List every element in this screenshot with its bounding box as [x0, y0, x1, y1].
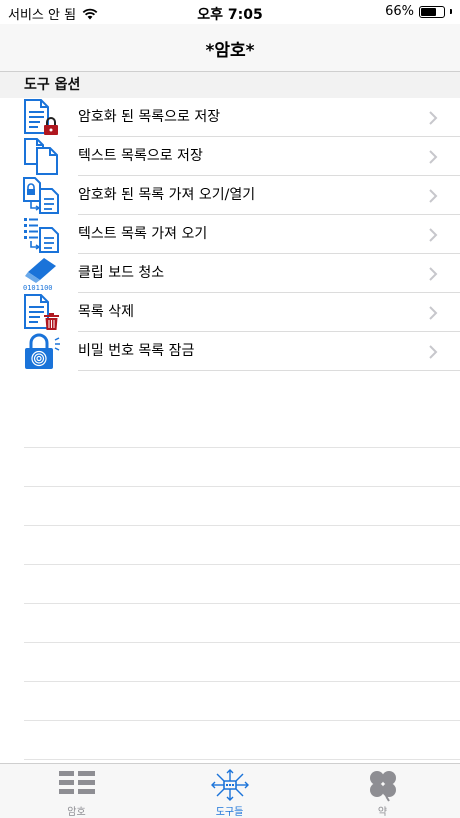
battery-icon: [419, 5, 445, 18]
chevron-right-icon: [429, 189, 438, 203]
doc-trash-icon: [24, 294, 59, 330]
tool-row-save-encrypted[interactable]: 암호화 된 목록으로 저장: [0, 98, 460, 137]
chevron-right-icon: [429, 267, 438, 281]
import-encrypted-doc-icon: [23, 177, 59, 214]
fingerprint-lock-icon: [25, 333, 60, 369]
binary-text: 0101100: [23, 284, 53, 292]
clover-icon: [369, 771, 396, 802]
tab-passwords[interactable]: 암호: [0, 764, 153, 818]
tab-tools[interactable]: 도구들: [153, 764, 306, 818]
copy-docs-icon: [24, 138, 58, 175]
battery-tip: [450, 9, 452, 14]
tool-label: 비밀 번호 목록 잠금: [78, 343, 195, 359]
tools-network-icon: [210, 769, 249, 801]
tools-list: 암호화 된 목록으로 저장 텍스트 목록으로 저장 암호화 된 목록 가져 오기…: [0, 98, 460, 371]
encrypted-doc-lock-icon: [24, 99, 58, 135]
empty-row-separator: [24, 486, 460, 487]
tool-label: 텍스트 목록 가져 오기: [78, 226, 208, 242]
empty-row-separator: [24, 681, 460, 682]
status-right: 66%: [385, 4, 452, 19]
page-title: *암호*: [205, 41, 255, 61]
tool-row-import-encrypted[interactable]: 암호화 된 목록 가져 오기/열기: [0, 176, 460, 215]
tool-label: 클립 보드 청소: [78, 265, 165, 281]
empty-row-separator: [24, 525, 460, 526]
tab-label: 암호: [67, 807, 86, 818]
tool-row-delete-list[interactable]: 목록 삭제: [0, 293, 460, 332]
empty-row-separator: [24, 603, 460, 604]
chevron-right-icon: [429, 228, 438, 242]
tool-row-save-text[interactable]: 텍스트 목록으로 저장: [0, 137, 460, 176]
status-bar: 서비스 안 됨 오후 7:05 66%: [0, 0, 460, 24]
tool-label: 암호화 된 목록 가져 오기/열기: [78, 187, 256, 203]
empty-row-separator: [24, 720, 460, 721]
tool-label: 텍스트 목록으로 저장: [78, 148, 203, 164]
battery-level: [421, 7, 436, 16]
chevron-right-icon: [429, 306, 438, 320]
section-header: 도구 옵션: [0, 72, 460, 98]
tool-label: 암호화 된 목록으로 저장: [78, 109, 221, 125]
list-grid-icon: [58, 771, 95, 794]
tool-label: 목록 삭제: [78, 304, 134, 320]
chevron-right-icon: [429, 150, 438, 164]
tool-row-import-text[interactable]: 텍스트 목록 가져 오기: [0, 215, 460, 254]
empty-row-separator: [24, 447, 460, 448]
tool-row-clear-clipboard[interactable]: 0101100 클립 보드 청소: [0, 254, 460, 293]
tab-label: 도구들: [215, 807, 244, 818]
tab-bar: 암호 도구들 약: [0, 763, 460, 818]
eraser-binary-icon: 0101100: [23, 258, 56, 292]
battery-percent: 66%: [385, 4, 414, 19]
import-text-list-icon: [24, 218, 59, 253]
row-separator: [78, 370, 460, 371]
navigation-bar: *암호*: [0, 24, 460, 72]
chevron-right-icon: [429, 111, 438, 125]
empty-row-separator: [24, 564, 460, 565]
tab-label: 약: [377, 807, 388, 818]
chevron-right-icon: [429, 345, 438, 359]
empty-row-separator: [24, 642, 460, 643]
tab-luck[interactable]: 약: [306, 764, 459, 818]
empty-row-separator: [24, 759, 460, 760]
tool-row-lock-list[interactable]: 비밀 번호 목록 잠금: [0, 332, 460, 371]
